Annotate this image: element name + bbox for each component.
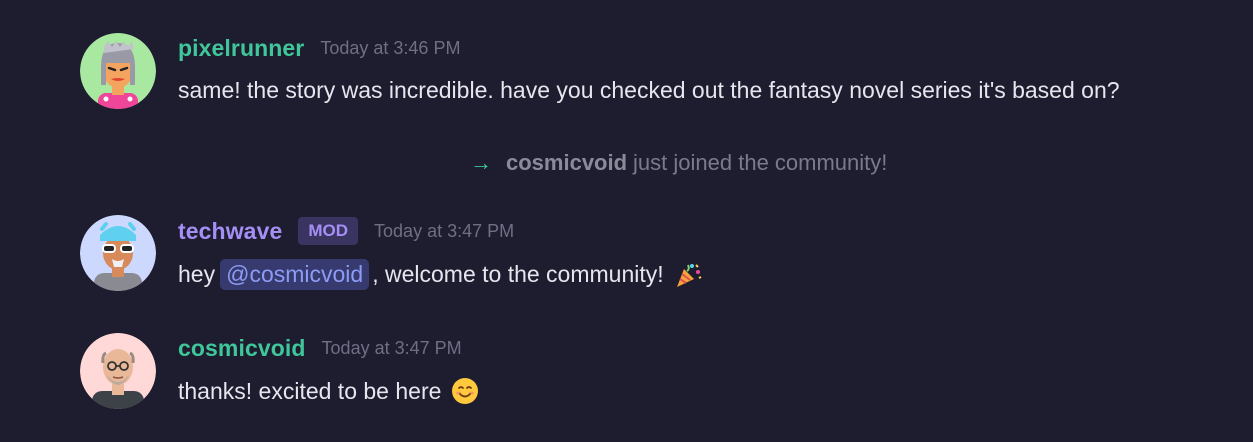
avatar-cosmicvoid-icon[interactable] — [80, 333, 156, 409]
chat-message-list: pixelrunner Today at 3:46 PM same! the s… — [0, 0, 1253, 442]
smiling-face-icon — [451, 377, 479, 405]
message-text-after: , welcome to the community! — [372, 261, 664, 287]
system-text: just joined the community! — [633, 150, 888, 175]
system-join-message: → cosmicvoid just joined the community! — [470, 150, 887, 176]
timestamp: Today at 3:46 PM — [320, 38, 461, 58]
avatar-techwave-icon[interactable] — [80, 215, 156, 291]
mod-badge: MOD — [298, 217, 359, 245]
arrow-right-icon: → — [470, 150, 492, 175]
message-text: thanks! excited to be here — [178, 377, 479, 405]
party-popper-icon — [674, 261, 702, 289]
timestamp: Today at 3:47 PM — [374, 220, 515, 241]
message-item: techwave MOD Today at 3:47 PM hey @cosmi… — [80, 215, 1233, 295]
message-item: pixelrunner Today at 3:46 PM same! the s… — [80, 33, 1233, 113]
message-text: same! the story was incredible. have you… — [178, 77, 1120, 103]
system-username[interactable]: cosmicvoid — [506, 150, 627, 176]
message-text-content: thanks! excited to be here — [178, 377, 442, 404]
avatar-pixelrunner-icon[interactable] — [80, 33, 156, 109]
timestamp: Today at 3:47 PM — [321, 338, 462, 358]
user-mention[interactable]: @cosmicvoid — [220, 259, 370, 290]
username[interactable]: cosmicvoid — [178, 335, 306, 362]
message-text: hey @cosmicvoid , welcome to the communi… — [178, 259, 702, 290]
message-item: cosmicvoid Today at 3:47 PM thanks! exci… — [80, 333, 1233, 413]
message-text-before: hey — [178, 261, 216, 287]
username[interactable]: pixelrunner — [178, 35, 304, 62]
username[interactable]: techwave — [178, 218, 282, 245]
